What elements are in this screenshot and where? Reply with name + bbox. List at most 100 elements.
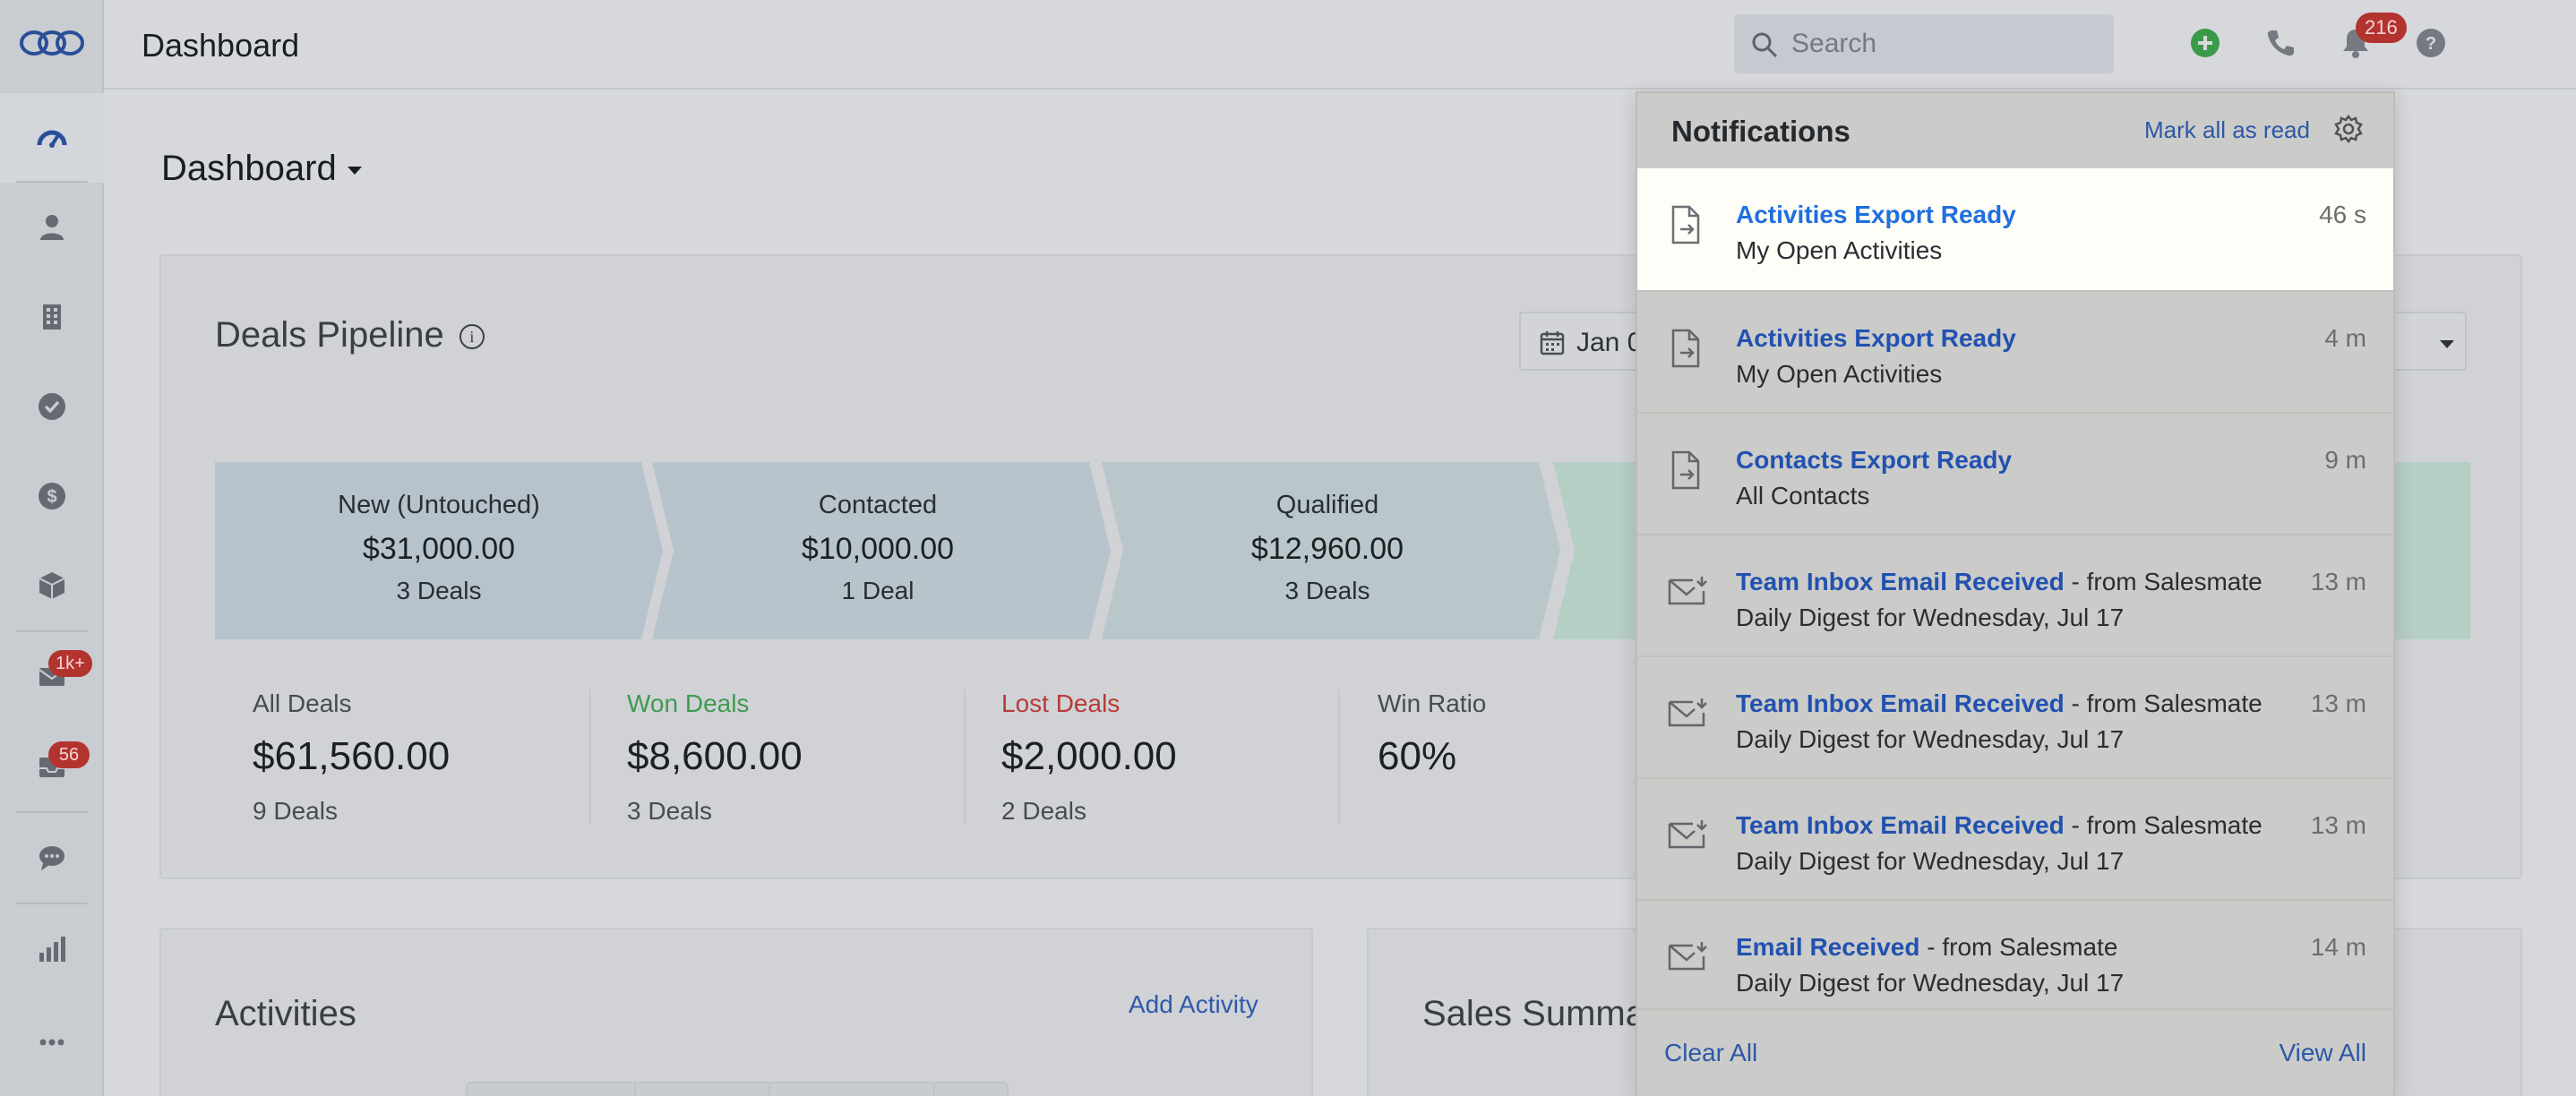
notification-time: 9 m (2324, 446, 2366, 474)
chevron-down-icon (2440, 340, 2454, 348)
sidebar-item-products[interactable] (0, 541, 104, 630)
stat-value: $61,560.00 (253, 734, 451, 778)
bar-chart-icon (39, 937, 65, 962)
pipeline-stage[interactable]: Contacted $10,000.00 1 Deal (645, 462, 1111, 639)
stat-lost-deals: Lost Deals $2,000.00 2 Deals (1001, 689, 1360, 826)
stage-name: Qualified (1275, 491, 1379, 519)
search-icon (1752, 32, 1778, 58)
stat-divider (1338, 689, 1340, 824)
activities-tab-group[interactable] (466, 1082, 1009, 1096)
pipeline-stage[interactable]: New (Untouched) $31,000.00 3 Deals (215, 462, 663, 639)
stat-divider (589, 689, 591, 824)
mail-in-icon (1668, 820, 1707, 849)
clear-all-link[interactable]: Clear All (1664, 1039, 1757, 1067)
sidebar-item-email[interactable] (0, 632, 104, 722)
help-button[interactable]: ? (2413, 25, 2449, 61)
notification-title: Team Inbox Email Received - from Salesma… (1736, 568, 2263, 596)
building-icon (43, 304, 61, 330)
notification-subtitle: Daily Digest for Wednesday, Jul 17 (1736, 847, 2125, 875)
add-activity-link[interactable]: Add Activity (1129, 990, 1258, 1019)
file-export-icon (1671, 329, 1700, 368)
activities-card: Activities Add Activity (159, 928, 1313, 1096)
page-title: Dashboard (142, 27, 300, 64)
notification-title: Activities Export Ready (1736, 324, 2016, 353)
notification-item[interactable]: Contacts Export Ready All Contacts 9 m (1637, 412, 2393, 534)
notification-item[interactable]: Activities Export Ready My Open Activiti… (1637, 168, 2393, 290)
stat-label: All Deals (253, 689, 352, 717)
notification-title-text: Activities Export Ready (1736, 201, 2016, 228)
sidebar-item-contacts[interactable] (0, 183, 104, 272)
info-icon[interactable]: i (459, 324, 485, 350)
tab-divider (769, 1083, 770, 1096)
notification-item[interactable]: Team Inbox Email Received - from Salesma… (1637, 777, 2393, 899)
sidebar-item-team-inbox[interactable] (0, 722, 104, 811)
notification-sender: - from Salesmate (2064, 811, 2263, 839)
view-all-link[interactable]: View All (2279, 1039, 2366, 1067)
tab-divider (933, 1083, 935, 1096)
person-icon (40, 215, 64, 240)
file-export-icon (1671, 205, 1700, 244)
sidebar-item-more[interactable] (0, 998, 104, 1087)
deals-pipeline-title: Deals Pipeline (215, 315, 444, 355)
notifications-panel: Notifications Mark all as read Activitie… (1636, 91, 2395, 1096)
notification-item[interactable]: Team Inbox Email Received - from Salesma… (1637, 655, 2393, 777)
chat-icon (39, 846, 64, 870)
app-logo[interactable] (16, 25, 88, 61)
notification-title-text: Team Inbox Email Received (1736, 568, 2065, 595)
sidebar-item-reports[interactable] (0, 904, 104, 994)
notification-subtitle: My Open Activities (1736, 360, 1943, 388)
notification-time: 46 s (2319, 201, 2366, 228)
mail-in-icon (1668, 698, 1707, 727)
notification-item[interactable]: Email Received - from Salesmate Daily Di… (1637, 899, 2393, 1021)
notification-subtitle: My Open Activities (1736, 236, 1943, 264)
email-badge: 1k+ (48, 650, 92, 677)
deals-pipeline-heading: Deals Pipeline i (215, 315, 485, 355)
dollar-icon: $ (39, 483, 65, 509)
stat-label: Won Deals (627, 689, 750, 717)
add-button[interactable] (2187, 25, 2223, 61)
notification-title: Email Received - from Salesmate (1736, 933, 2117, 962)
notifications-footer: Clear All View All (1637, 1008, 2393, 1096)
stat-value: $8,600.00 (627, 734, 803, 778)
top-bar: Dashboard 216 ? (104, 0, 2576, 90)
sidebar-item-activities[interactable] (0, 362, 104, 451)
stage-value: $12,960.00 (1250, 532, 1404, 566)
notification-title: Team Inbox Email Received - from Salesma… (1736, 689, 2263, 718)
stage-name: New (Untouched) (338, 491, 540, 519)
question-circle-icon: ? (2417, 29, 2445, 57)
stage-value: $31,000.00 (362, 532, 516, 566)
stat-deal-count: 2 Deals (1001, 797, 1086, 825)
stage-value: $10,000.00 (801, 532, 955, 566)
search-input[interactable] (1791, 14, 2096, 73)
stat-label: Lost Deals (1001, 689, 1121, 717)
notification-title-text: Email Received (1736, 933, 1920, 961)
sidebar: $ 1k+ 56 (0, 0, 104, 1096)
notification-sender: - from Salesmate (2064, 568, 2263, 595)
date-range-text: Jan 0 (1576, 328, 1643, 357)
sales-summary-title: Sales Summa (1422, 994, 1645, 1033)
notification-item[interactable]: Activities Export Ready My Open Activiti… (1637, 290, 2393, 412)
notification-item[interactable]: Team Inbox Email Received - from Salesma… (1637, 534, 2393, 655)
sidebar-item-chat[interactable] (0, 813, 104, 903)
notification-subtitle: Daily Digest for Wednesday, Jul 17 (1736, 969, 2125, 997)
notification-time: 13 m (2310, 689, 2366, 717)
sidebar-item-companies[interactable] (0, 272, 104, 362)
notification-time: 13 m (2310, 568, 2366, 595)
search-box[interactable] (1734, 14, 2114, 73)
notification-subtitle: Daily Digest for Wednesday, Jul 17 (1736, 725, 2125, 753)
notification-title-text: Contacts Export Ready (1736, 446, 2013, 474)
notification-time: 4 m (2324, 324, 2366, 352)
box-icon (39, 572, 65, 599)
dashboard-selector[interactable]: Dashboard (161, 149, 362, 189)
calendar-icon (1540, 331, 1565, 355)
notification-title: Contacts Export Ready (1736, 446, 2012, 475)
pipeline-stage[interactable]: Qualified $12,960.00 3 Deals (1095, 462, 1560, 639)
notification-title-text: Activities Export Ready (1736, 324, 2016, 352)
more-icon (39, 1039, 64, 1046)
mark-all-read-link[interactable]: Mark all as read (2144, 116, 2310, 144)
chevron-down-icon (347, 166, 362, 175)
phone-button[interactable] (2263, 25, 2298, 61)
sidebar-item-dashboard[interactable] (0, 93, 104, 183)
sidebar-item-deals[interactable]: $ (0, 451, 104, 541)
gear-icon[interactable] (2332, 113, 2365, 145)
